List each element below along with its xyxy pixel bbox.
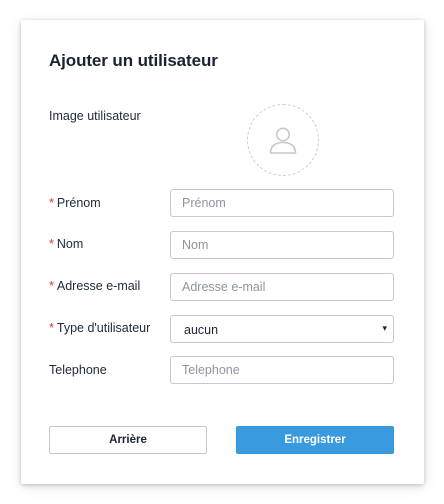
last-name-label: * Nom bbox=[49, 237, 84, 251]
user-type-selected-value: aucun bbox=[184, 323, 219, 337]
add-user-dialog: Ajouter un utilisateur Image utilisateur… bbox=[21, 20, 424, 484]
user-type-label: * Type d'utilisateur bbox=[49, 321, 151, 335]
first-name-label: * Prénom bbox=[49, 196, 101, 210]
required-marker: * bbox=[49, 237, 54, 251]
email-label: * Adresse e-mail bbox=[49, 279, 141, 293]
required-marker: * bbox=[49, 279, 54, 293]
chevron-down-icon: ▾ bbox=[382, 323, 387, 333]
required-marker: * bbox=[49, 321, 54, 335]
save-button[interactable]: Enregistrer bbox=[236, 426, 394, 454]
user-avatar-icon bbox=[269, 127, 297, 154]
back-button[interactable]: Arrière bbox=[49, 426, 207, 454]
email-input[interactable] bbox=[170, 273, 394, 301]
last-name-input[interactable] bbox=[170, 231, 394, 259]
required-marker: * bbox=[49, 196, 54, 210]
phone-label: Telephone bbox=[49, 363, 107, 377]
phone-input[interactable] bbox=[170, 356, 394, 384]
first-name-input[interactable] bbox=[170, 189, 394, 217]
user-image-upload[interactable] bbox=[247, 104, 319, 176]
dialog-title: Ajouter un utilisateur bbox=[49, 51, 218, 70]
user-type-select[interactable]: aucun ▾ bbox=[170, 315, 394, 343]
user-image-label: Image utilisateur bbox=[49, 109, 141, 123]
